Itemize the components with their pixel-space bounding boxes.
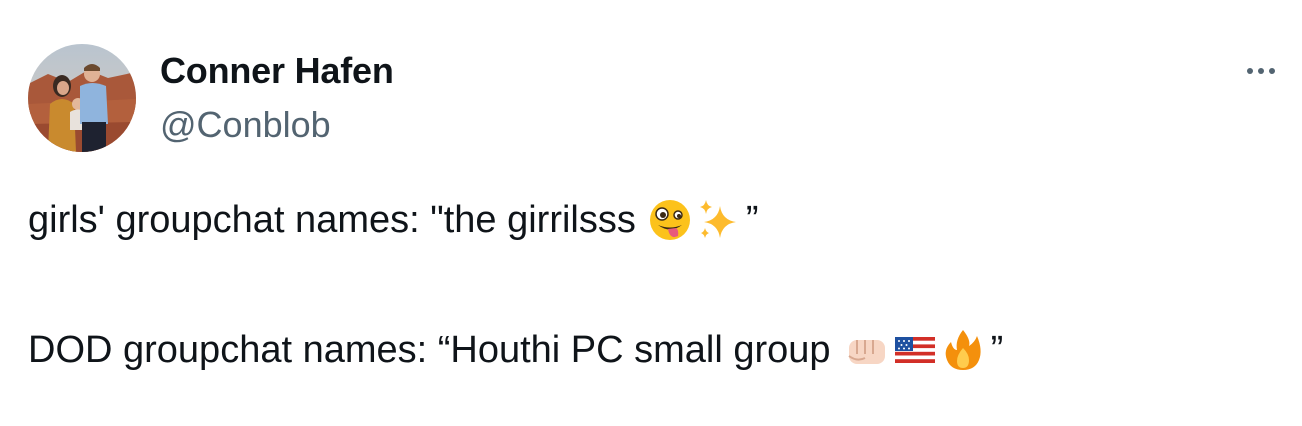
fire-emoji-icon <box>941 328 985 372</box>
tweet-text: girls' groupchat names: "the girrilsss <box>28 199 636 241</box>
closing-quote: ” <box>745 199 759 241</box>
display-name[interactable]: Conner Hafen <box>160 50 394 92</box>
more-horizontal-icon-dot <box>1258 68 1264 74</box>
sparkles-emoji-icon <box>696 198 740 242</box>
more-horizontal-icon <box>1247 68 1253 74</box>
more-options-button[interactable] <box>1236 56 1286 86</box>
us-flag-emoji-icon <box>893 328 937 372</box>
more-horizontal-icon-dot <box>1269 68 1275 74</box>
oncoming-fist-emoji-icon <box>845 328 889 372</box>
avatar[interactable] <box>28 44 136 152</box>
zany-face-emoji-icon <box>648 198 692 242</box>
closing-quote: ” <box>990 329 1004 371</box>
tweet-text-line: girls' groupchat names: "the girrilsss ” <box>28 196 759 244</box>
tweet-text-line: DOD groupchat names: “Houthi PC small gr… <box>28 326 1003 374</box>
tweet-card: Conner Hafen @Conblob girls' groupchat n… <box>0 0 1302 426</box>
tweet-text: DOD groupchat names: “Houthi PC small gr… <box>28 329 831 371</box>
user-handle[interactable]: @Conblob <box>160 104 331 146</box>
